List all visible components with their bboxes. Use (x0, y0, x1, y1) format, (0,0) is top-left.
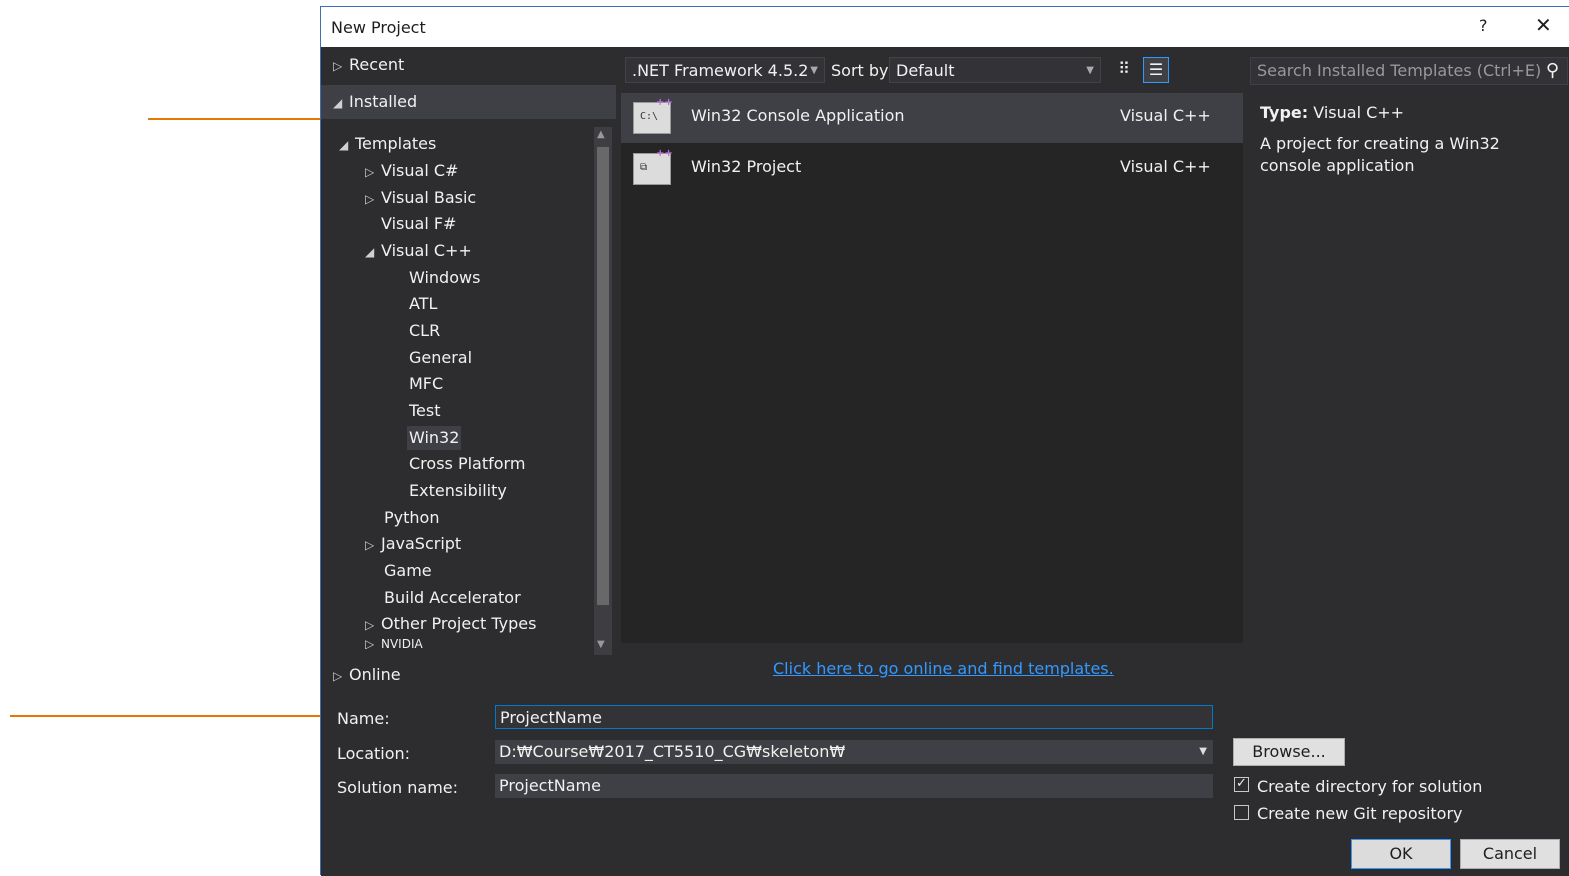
expand-triangle-icon: ▷ (365, 192, 375, 206)
tree-item-other-project-types[interactable]: ▷ Other Project Types (365, 612, 536, 636)
create-git-label[interactable]: Create new Git repository (1257, 804, 1463, 823)
expand-triangle-icon: ▷ (365, 618, 375, 632)
expand-triangle-icon: ▷ (365, 639, 375, 649)
tree-item-build-accelerator[interactable]: Build Accelerator (384, 586, 521, 610)
description-text: A project for creating a Win32 console a… (1260, 134, 1500, 175)
framework-select[interactable]: .NET Framework 4.5.2 ▼ (625, 57, 825, 83)
template-language: Visual C++ (1120, 106, 1211, 125)
tree-item-test[interactable]: Test (409, 399, 441, 423)
new-project-dialog: New Project ? ✕ ▷ Recent ◢ Installed ◢ Temp… (320, 6, 1569, 876)
online-templates-link[interactable]: Click here to go online and find templat… (773, 659, 1114, 678)
tree-item-general[interactable]: General (409, 346, 472, 370)
chevron-down-icon: ▼ (810, 65, 818, 76)
template-name: Win32 Project (691, 157, 802, 176)
search-input[interactable]: Search Installed Templates (Ctrl+E) ⚲ (1250, 57, 1568, 85)
browse-button[interactable]: Browse... (1233, 738, 1345, 766)
create-git-checkbox[interactable] (1234, 805, 1249, 820)
collapse-triangle-icon: ◢ (333, 96, 343, 110)
tree-item-cross-platform[interactable]: Cross Platform (409, 452, 525, 476)
scroll-down-icon[interactable]: ▼ (597, 639, 605, 650)
tree-item-win32[interactable]: Win32 (407, 426, 462, 450)
type-line: Type: Visual C++ (1260, 103, 1405, 122)
chevron-down-icon[interactable]: ▼ (1199, 740, 1207, 764)
console-app-icon: ++ C:\ (633, 97, 673, 134)
project-form: Name: ProjectName Location: D:₩Course₩20… (321, 699, 1569, 876)
ok-button[interactable]: OK (1351, 839, 1451, 869)
expand-triangle-icon: ▷ (333, 59, 343, 73)
expand-triangle-icon: ▷ (365, 165, 375, 179)
expand-triangle-icon: ▷ (333, 669, 343, 683)
close-icon[interactable]: ✕ (1535, 13, 1552, 37)
name-field[interactable]: ProjectName (495, 705, 1213, 729)
template-list: ++ C:\ Win32 Console Application Visual C… (621, 93, 1243, 643)
create-directory-checkbox[interactable]: ✓ (1234, 777, 1249, 792)
tree-item-atl[interactable]: ATL (409, 292, 437, 316)
title-bar: New Project ? ✕ (321, 7, 1569, 47)
scroll-up-icon[interactable]: ▲ (597, 129, 605, 140)
tree-item-python[interactable]: Python (384, 506, 439, 530)
chevron-down-icon: ▼ (1086, 65, 1094, 76)
details-pane: Search Installed Templates (Ctrl+E) ⚲ Typ… (1250, 57, 1569, 657)
tree-item-javascript[interactable]: ▷ JavaScript (365, 532, 461, 556)
dialog-title: New Project (331, 18, 426, 37)
scrollbar-thumb[interactable] (597, 147, 609, 605)
tree-item-game[interactable]: Game (384, 559, 432, 583)
template-tree: ▷ Recent ◢ Installed ◢ Templates ▷ Visual C#… (321, 47, 616, 657)
expand-triangle-icon: ▷ (365, 538, 375, 552)
template-language: Visual C++ (1120, 157, 1211, 176)
template-item[interactable]: ++ C:\ Win32 Console Application Visual C… (621, 93, 1243, 143)
tree-scrollbar[interactable]: ▲ ▼ (594, 127, 612, 655)
template-description: Type: Visual C++ A project for creating … (1260, 102, 1560, 177)
tree-item-visual-basic[interactable]: ▷ Visual Basic (365, 186, 476, 210)
help-button[interactable]: ? (1479, 16, 1488, 35)
solution-name-label: Solution name: (337, 778, 459, 797)
tree-item-visual-csharp[interactable]: ▷ Visual C# (365, 159, 458, 183)
tree-item-windows[interactable]: Windows (409, 266, 480, 290)
tree-item-clr[interactable]: CLR (409, 319, 440, 343)
tree-item-visual-fsharp[interactable]: Visual F# (381, 212, 456, 236)
name-label: Name: (337, 709, 390, 728)
tree-item-installed[interactable]: ◢ Installed (333, 90, 417, 114)
win32-project-icon: ++ ⧉ (633, 148, 673, 185)
sort-select[interactable]: Default ▼ (889, 57, 1101, 83)
tree-item-templates[interactable]: ◢ Templates (339, 132, 436, 156)
collapse-triangle-icon: ◢ (365, 245, 375, 259)
solution-name-field[interactable]: ProjectName (495, 774, 1213, 798)
list-view-icon[interactable]: ☰ (1143, 57, 1169, 83)
tree-item-visual-cpp[interactable]: ◢ Visual C++ (365, 239, 472, 263)
template-item[interactable]: ++ ⧉ Win32 Project Visual C++ (621, 144, 1243, 194)
collapse-triangle-icon: ◢ (339, 138, 349, 152)
tree-item-nvidia[interactable]: ▷ NVIDIA (365, 639, 423, 649)
search-icon[interactable]: ⚲ (1546, 58, 1559, 84)
tree-item-recent[interactable]: ▷ Recent (333, 53, 404, 77)
template-name: Win32 Console Application (691, 106, 905, 125)
tree-item-mfc[interactable]: MFC (409, 372, 443, 396)
grid-view-icon[interactable]: ⠿ (1111, 57, 1137, 83)
tree-item-online[interactable]: ▷ Online (333, 665, 401, 684)
sort-by-label: Sort by: (831, 61, 893, 80)
location-label: Location: (337, 744, 411, 763)
tree-item-extensibility[interactable]: Extensibility (409, 479, 507, 503)
cancel-button[interactable]: Cancel (1460, 839, 1560, 869)
create-directory-label[interactable]: Create directory for solution (1257, 777, 1482, 796)
location-field[interactable]: D:₩Course₩2017_CT5510_CG₩skeleton₩ ▼ (495, 740, 1213, 764)
